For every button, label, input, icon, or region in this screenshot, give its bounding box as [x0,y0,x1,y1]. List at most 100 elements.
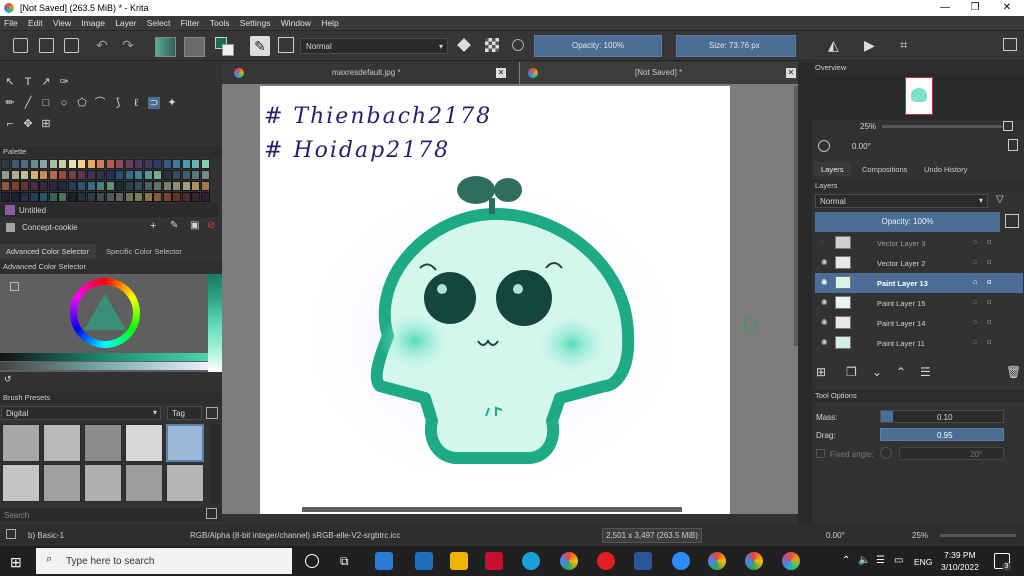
palette-swatch[interactable] [77,159,86,169]
delete-swatch-icon[interactable]: ⊘ [207,220,215,231]
palette-swatch[interactable] [39,181,48,191]
bezier-tool-icon[interactable]: ⟆ [112,97,124,109]
palette-swatch[interactable] [96,181,105,191]
brush-preset-6[interactable] [2,464,40,502]
minimize-button[interactable]: — [930,0,960,16]
palette-swatch[interactable] [39,170,48,180]
palette-swatch[interactable] [58,192,67,202]
layer-blend-dropdown[interactable]: Normal ▾ [815,194,988,208]
menu-edit[interactable]: Edit [24,16,47,30]
palette-swatch[interactable] [134,170,143,180]
palette-swatch[interactable] [58,159,67,169]
menu-window[interactable]: Window [277,16,315,30]
brush-preset-3[interactable] [84,424,122,462]
brush-preset-7[interactable] [43,464,81,502]
palette-swatch[interactable] [162,159,172,169]
mirror-vertical-icon[interactable]: ▶ [864,37,875,54]
layer-lock-icon[interactable]: ⌂ [973,257,978,266]
task-view-icon[interactable]: ⧉ [340,554,349,569]
palette-swatch[interactable] [172,159,181,169]
layer-alpha-icon[interactable]: α [987,257,991,266]
palette-swatch[interactable] [1,181,10,191]
palette-swatch[interactable] [58,170,67,180]
taskbar-date[interactable]: 3/10/2022 [941,562,979,572]
palette-swatch[interactable] [181,181,191,191]
add-swatch-icon[interactable]: + [150,220,156,232]
palette-swatch[interactable] [115,192,124,202]
palette-swatch[interactable] [10,181,20,191]
polyline-tool-icon[interactable]: ⌒ [94,97,106,109]
palette-swatch[interactable] [96,192,105,202]
palette-swatch[interactable] [29,192,39,202]
opacity-slider[interactable]: Opacity: 100% [534,35,662,57]
line-tool-icon[interactable]: ╱ [22,97,34,109]
palette-swatch[interactable] [67,192,77,202]
palette-swatch[interactable] [143,170,153,180]
rectangle-tool-icon[interactable]: □ [40,97,52,109]
palette-swatch[interactable] [77,181,86,191]
crop-tool-icon[interactable]: ⌐ [4,118,16,130]
palette-swatch[interactable] [67,170,77,180]
maximize-button[interactable]: ❐ [960,0,990,16]
palette-swatch[interactable] [96,159,105,169]
brush-search-input[interactable]: Search [4,511,29,520]
palette-swatch[interactable] [96,170,105,180]
palette-swatch[interactable] [48,170,58,180]
palette-swatch[interactable] [134,192,143,202]
menu-view[interactable]: View [49,16,75,30]
palette-swatch[interactable] [29,181,39,191]
tab-advanced-color-selector[interactable]: Advanced Color Selector [0,244,96,258]
palette-swatch[interactable] [115,159,124,169]
palette-swatch[interactable] [105,192,115,202]
palette-swatch[interactable] [105,159,115,169]
polygon-tool-icon[interactable]: ⬠ [76,97,88,109]
freehand-brush-tool-icon[interactable]: ✏ [4,97,16,109]
palette-swatch[interactable] [191,192,200,202]
palette-swatch[interactable] [181,192,191,202]
menu-select[interactable]: Select [143,16,175,30]
brush-search-save-icon[interactable] [206,508,217,519]
palette-swatch[interactable] [20,192,29,202]
palette-swatch[interactable] [124,170,134,180]
palette-swatch[interactable] [181,170,191,180]
palette-swatch[interactable] [143,192,153,202]
windows-start-icon[interactable]: ⊞ [10,554,22,571]
palette-swatch[interactable] [124,159,134,169]
tag-dropdown[interactable]: Tag [167,406,202,420]
layer-visibility-icon[interactable]: ◉ [821,337,828,346]
layer-row-vector-3[interactable]: ◌ Vector Layer 3 ⌂ α [815,233,1023,253]
palette-grid[interactable] [1,159,211,203]
palette-swatch[interactable] [172,170,181,180]
volume-icon[interactable]: 🔈 [858,555,870,566]
palette-swatch[interactable] [39,192,48,202]
palette-swatch[interactable] [58,181,67,191]
notification-app-icon[interactable] [597,552,615,570]
palette-swatch[interactable] [153,181,162,191]
palette-swatch[interactable] [124,192,134,202]
layer-visibility-icon[interactable]: ◉ [821,277,828,286]
rotation-reset-icon[interactable] [818,140,830,152]
shade-bar-1[interactable] [0,353,208,361]
dock-splitter[interactable] [798,62,812,524]
open-document-icon[interactable] [39,38,54,53]
layer-row-paint-13[interactable]: ◉ Paint Layer 13 ⌂ α [815,273,1023,293]
menu-tools[interactable]: Tools [206,16,234,30]
tab-compositions[interactable]: Compositions [856,162,918,176]
taskbar-search-box[interactable]: ⌕ Type here to search [36,548,292,574]
palette-swatch[interactable] [191,159,200,169]
move-layer-down-icon[interactable]: ⌄ [872,365,882,379]
close-tab-icon[interactable]: ✕ [496,68,506,78]
select-shapes-tool-icon[interactable]: ↖ [4,76,16,88]
fixed-angle-dial-icon[interactable] [880,447,892,459]
palette-selector[interactable]: Untitled [0,203,218,217]
brush-preset-grid-icon[interactable] [278,37,294,53]
delete-layer-icon[interactable]: 🗑 [1006,365,1021,379]
battery-icon[interactable]: ▭ [894,555,903,566]
edit-swatch-icon[interactable]: ✎ [170,220,178,231]
palette-swatch[interactable] [86,170,96,180]
layer-properties-icon[interactable]: ☰ [920,365,931,379]
palette-swatch[interactable] [181,159,191,169]
palette-swatch[interactable] [115,181,124,191]
layer-visibility-icon[interactable]: ◉ [821,317,828,326]
layer-lock-icon[interactable]: ⌂ [973,297,978,306]
